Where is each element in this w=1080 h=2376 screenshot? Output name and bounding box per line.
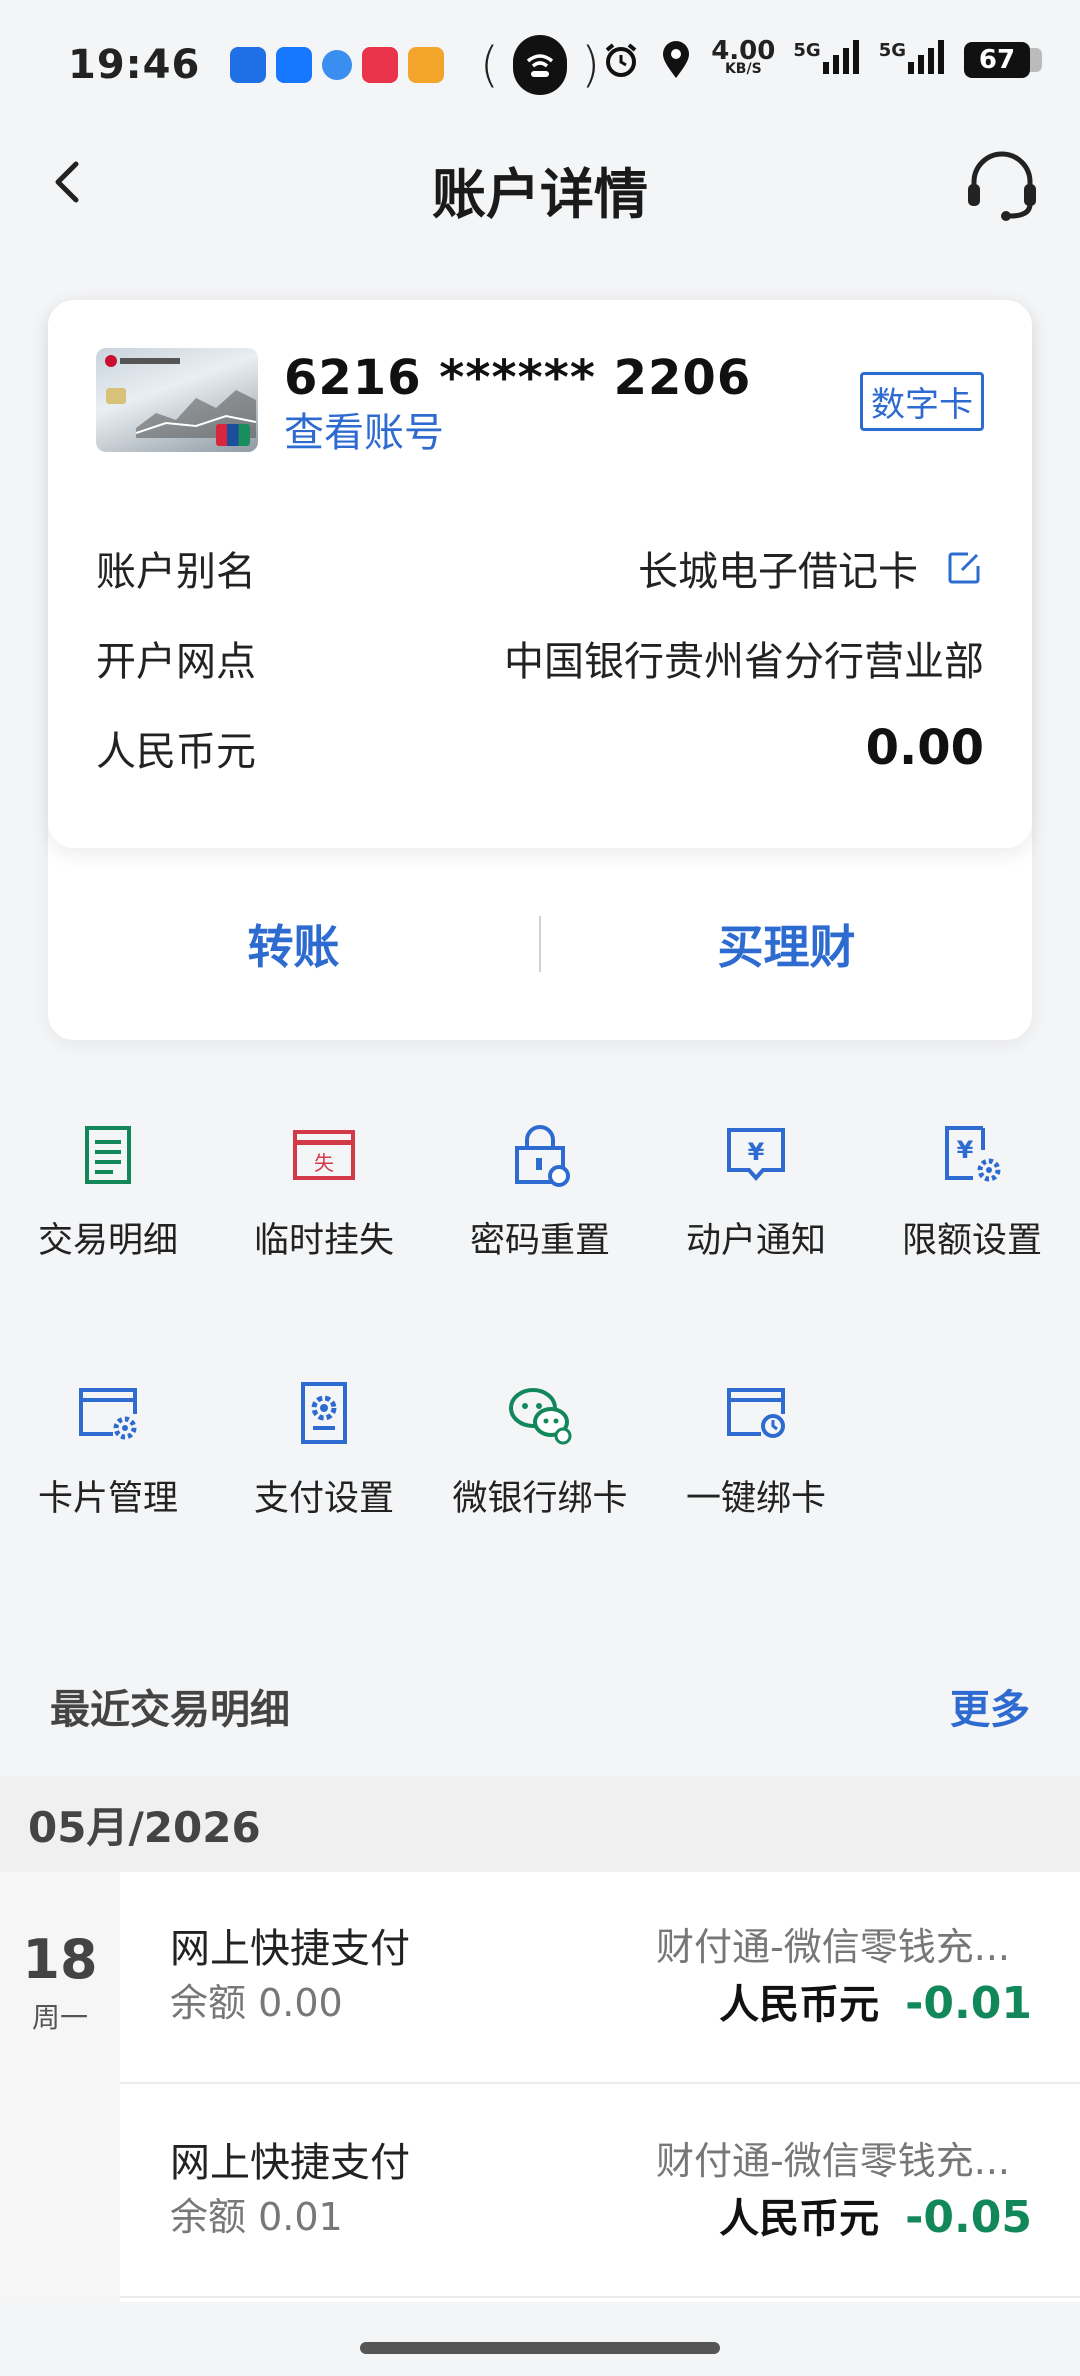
more-link[interactable]: 更多 (950, 1677, 1030, 1735)
currency-balance-row: 人民币元 0.00 (96, 718, 984, 778)
svg-text:¥: ¥ (957, 1136, 974, 1164)
wechat-icon (509, 1388, 572, 1445)
account-actions: 转账 买理财 (48, 848, 1032, 1040)
bank-card-image (96, 348, 258, 452)
service-limit-settings[interactable]: ¥ 限额设置 (864, 1120, 1080, 1263)
transaction-amount: -0.01 (905, 1978, 1032, 2029)
account-card: 6216 ****** 2206 查看账号 数字卡 账户别名 长城电子借记卡 开… (48, 300, 1032, 1040)
lock-reset-icon (515, 1125, 570, 1187)
transaction-amount: -0.05 (905, 2192, 1032, 2243)
home-indicator[interactable] (360, 2342, 720, 2354)
cloud-app-icon (230, 47, 267, 83)
recent-transactions-title: 最近交易明细 (50, 1687, 290, 1733)
card-gear-icon (79, 1388, 137, 1440)
camera-cutout: ( ) (480, 35, 600, 95)
transaction-list: 18 周一 网上快捷支付 余额 0.00 财付通-微信零钱充... 人民币元 -… (0, 1872, 1080, 2302)
edit-icon[interactable] (944, 548, 984, 588)
transfer-button[interactable]: 转账 (48, 911, 539, 977)
transaction-merchant: 财付通-微信零钱充... (656, 2139, 1010, 2183)
yuan-gear-icon: ¥ (945, 1126, 1001, 1182)
bank-logo-icon (105, 355, 180, 367)
service-row-1: 交易明细 失 临时挂失 密码重置 ¥ 动户通知 ¥ 限额设置 (0, 1120, 1080, 1263)
battery-indicator: 67 (964, 42, 1042, 78)
music-app-icon (362, 47, 399, 83)
account-info-panel: 6216 ****** 2206 查看账号 数字卡 账户别名 长城电子借记卡 开… (48, 300, 1032, 848)
transaction-balance: 余额 0.01 (170, 2195, 343, 2239)
customer-service-button[interactable] (962, 146, 1042, 226)
status-time: 19:46 (68, 42, 201, 88)
list-icon (85, 1126, 131, 1184)
alarm-icon (605, 43, 637, 77)
account-alias-label: 账户别名 (96, 549, 256, 595)
account-alias-value: 长城电子借记卡 (638, 549, 918, 595)
video-app-icon (408, 47, 445, 83)
card-number: 6216 ****** 2206 (284, 350, 752, 406)
blue-app-icon (322, 50, 353, 80)
digital-card-badge: 数字卡 (860, 372, 984, 431)
opening-branch-label: 开户网点 (96, 639, 256, 685)
balance-value: 0.00 (865, 720, 984, 776)
status-bar: 19:46 ( ) 4.00 KB/S 5G 5G 67 (0, 0, 1080, 130)
service-row-2: 卡片管理 支付设置 微银行绑卡 一键绑卡 (0, 1378, 1080, 1521)
service-payment-settings[interactable]: 支付设置 (216, 1378, 432, 1521)
transaction-row[interactable]: 网上快捷支付 余额 0.01 财付通-微信零钱充... 人民币元 -0.05 (120, 2086, 1080, 2298)
location-icon (663, 41, 690, 78)
date-column: 18 周一 (0, 1872, 120, 2302)
opening-branch-row: 开户网点 中国银行贵州省分行营业部 (96, 628, 984, 688)
transaction-weekday: 周一 (31, 2001, 88, 2034)
service-one-click-bind[interactable]: 一键绑卡 (648, 1378, 864, 1521)
card-bind-icon (727, 1388, 785, 1438)
recent-transactions-header: 最近交易明细 更多 (50, 1676, 1030, 1736)
status-right: 4.00 KB/S 5G 5G 67 (601, 36, 1042, 80)
alipay-icon (276, 47, 313, 83)
svg-text:失: 失 (314, 1151, 334, 1175)
network-speed: 4.00 KB/S (711, 36, 776, 77)
service-transaction-details[interactable]: 交易明细 (0, 1120, 216, 1263)
account-alias-row: 账户别名 长城电子借记卡 (96, 538, 984, 598)
currency-label: 人民币元 (96, 729, 256, 775)
service-card-management[interactable]: 卡片管理 (0, 1378, 216, 1521)
month-header: 05月/2026 (0, 1776, 1080, 1872)
yuan-message-icon: ¥ (727, 1128, 785, 1182)
headset-icon (968, 151, 1036, 221)
signal-5g-1: 5G (793, 40, 860, 80)
transaction-balance: 余额 0.00 (170, 1981, 343, 2025)
view-account-link[interactable]: 查看账号 (284, 400, 444, 458)
unionpay-logo-icon (216, 424, 250, 446)
service-report-loss[interactable]: 失 临时挂失 (216, 1120, 432, 1263)
payment-settings-icon (301, 1382, 347, 1444)
report-loss-icon: 失 (293, 1130, 355, 1180)
transaction-day: 18 (22, 1928, 98, 1991)
service-account-notification[interactable]: ¥ 动户通知 (648, 1120, 864, 1263)
transaction-name: 网上快捷支付 (170, 2140, 410, 2186)
opening-branch-value: 中国银行贵州省分行营业部 (504, 639, 984, 685)
svg-text:¥: ¥ (748, 1138, 765, 1166)
card-chip-icon (106, 388, 126, 404)
notification-icons (230, 47, 445, 83)
service-wechat-bind[interactable]: 微银行绑卡 (432, 1378, 648, 1521)
transaction-name: 网上快捷支付 (170, 1926, 410, 1972)
transaction-row[interactable]: 网上快捷支付 余额 0.00 财付通-微信零钱充... 人民币元 -0.01 (120, 1872, 1080, 2084)
signal-5g-2: 5G (879, 40, 946, 80)
service-password-reset[interactable]: 密码重置 (432, 1120, 648, 1263)
transaction-currency: 人民币元 (719, 2196, 880, 2242)
buy-wealth-button[interactable]: 买理财 (541, 911, 1032, 977)
nav-bar: 账户详情 (0, 130, 1080, 240)
hotspot-icon (512, 35, 568, 95)
transaction-currency: 人民币元 (719, 1982, 880, 2028)
transaction-merchant: 财付通-微信零钱充... (656, 1925, 1010, 1969)
page-title: 账户详情 (432, 163, 648, 226)
